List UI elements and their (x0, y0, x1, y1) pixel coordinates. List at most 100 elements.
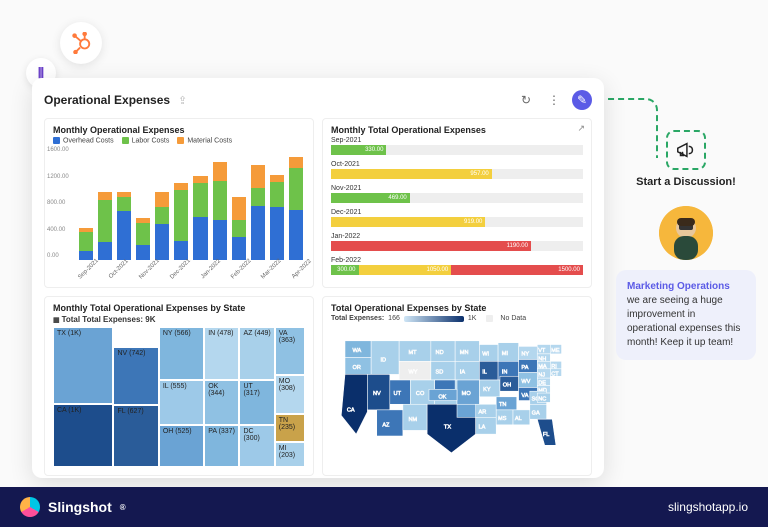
brand: Slingshot® (20, 497, 126, 517)
treemap-total: ▦ Total Total Expenses: 9K (53, 315, 305, 324)
svg-text:IL: IL (482, 369, 487, 375)
svg-text:NY: NY (521, 352, 529, 358)
bar (232, 197, 246, 260)
svg-text:VA: VA (521, 393, 528, 399)
discussion-cta[interactable]: Start a Discussion! (616, 176, 756, 188)
bar (136, 218, 150, 260)
panel-title: Total Operational Expenses by State (331, 303, 583, 313)
discussion-bubble: Marketing Operations we are seeing a hug… (616, 270, 756, 360)
refresh-icon[interactable]: ↻ (516, 90, 536, 110)
treemap-cell[interactable]: TX (1K) (53, 327, 113, 404)
treemap-cell[interactable]: NV (742) (113, 347, 158, 406)
svg-text:VT: VT (538, 348, 546, 354)
svg-text:AZ: AZ (382, 423, 390, 429)
legend: Overhead Costs Labor Costs Material Cost… (53, 137, 305, 144)
panel-monthly-total-expenses: ↗ Monthly Total Operational Expenses Sep… (322, 118, 592, 288)
treemap-cell[interactable]: MO (308) (275, 375, 305, 414)
hbar-row: Dec-2021919.00 (331, 209, 583, 227)
svg-text:ID: ID (380, 357, 386, 363)
us-choropleth: WA OR ID MT ND MN WI MI NY VT ME NH MA R… (331, 324, 583, 464)
svg-text:MI: MI (502, 351, 509, 357)
bar (213, 162, 227, 260)
svg-text:LA: LA (478, 425, 485, 431)
svg-text:TX: TX (444, 425, 451, 431)
bar (98, 192, 112, 261)
treemap-cell[interactable]: VA (363) (275, 327, 305, 375)
svg-text:AL: AL (515, 416, 522, 422)
bar (174, 183, 188, 260)
treemap-cell[interactable]: PA (337) (204, 425, 239, 467)
treemap-cell[interactable]: IL (555) (159, 380, 204, 425)
svg-text:AR: AR (478, 410, 486, 416)
bar-chart (77, 148, 305, 260)
x-axis: Sep-2021Oct-2021Nov-2021Dec-2021Jan-2022… (77, 262, 305, 268)
hbar-row: Sep-2021330.00 (331, 137, 583, 155)
svg-text:WI: WI (482, 352, 489, 358)
dashboard-title: Operational Expenses (44, 93, 170, 107)
svg-text:TN: TN (499, 402, 506, 408)
svg-text:WY: WY (408, 369, 417, 375)
svg-text:ND: ND (436, 350, 444, 356)
treemap-cell[interactable]: OK (344) (204, 380, 239, 425)
treemap-cell[interactable]: UT (317) (239, 380, 274, 425)
svg-text:OR: OR (352, 365, 360, 371)
svg-text:IA: IA (460, 369, 466, 375)
svg-text:UT: UT (394, 391, 402, 397)
svg-text:CA: CA (347, 408, 355, 414)
footer-url[interactable]: slingshotapp.io (668, 500, 748, 514)
treemap-cell[interactable]: TN (235) (275, 414, 305, 442)
bar (79, 228, 93, 260)
hbar-chart: Sep-2021330.00Oct-2021957.00Nov-2021469.… (331, 137, 583, 275)
gradient-scale (404, 316, 464, 322)
more-icon[interactable]: ⋮ (544, 90, 564, 110)
svg-text:IN: IN (502, 369, 508, 375)
svg-text:OH: OH (503, 383, 511, 389)
footer: Slingshot® slingshotapp.io (0, 487, 768, 527)
panel-title: Monthly Total Operational Expenses by St… (53, 303, 305, 313)
svg-text:SD: SD (436, 369, 444, 375)
bar (289, 157, 303, 261)
user-avatar (659, 206, 713, 260)
treemap-cell[interactable]: AZ (449) (239, 327, 274, 380)
panel-expenses-by-state-treemap: Monthly Total Operational Expenses by St… (44, 296, 314, 476)
panel-title: Monthly Operational Expenses (53, 125, 305, 135)
svg-text:GA: GA (532, 411, 540, 417)
treemap-cell[interactable]: CA (1K) (53, 404, 113, 467)
svg-text:NV: NV (373, 391, 381, 397)
treemap-cell[interactable]: DC (300) (239, 425, 274, 467)
bar (251, 165, 265, 260)
hbar-row: Oct-2021957.00 (331, 161, 583, 179)
popout-icon[interactable]: ↗ (577, 123, 585, 134)
treemap-cell[interactable]: NY (566) (159, 327, 204, 380)
hbar-row: Jan-20221190.00 (331, 233, 583, 251)
svg-text:MO: MO (462, 391, 472, 397)
bar (155, 192, 169, 261)
svg-text:NJ: NJ (538, 372, 545, 378)
edit-button[interactable]: ✎ (572, 90, 592, 110)
bar (117, 192, 131, 261)
svg-text:ME: ME (551, 348, 560, 354)
treemap-cell[interactable]: OH (525) (159, 425, 204, 467)
svg-text:FL: FL (543, 432, 550, 438)
svg-text:MN: MN (460, 350, 469, 356)
hbar-row: Feb-2022300.001050.001500.00 (331, 257, 583, 275)
treemap: TX (1K)CA (1K)NV (742)FL (627)NY (566)IL… (53, 327, 305, 467)
bar (193, 176, 207, 260)
treemap-cell[interactable]: FL (627) (113, 405, 158, 467)
svg-text:NM: NM (408, 417, 417, 423)
svg-text:KY: KY (483, 387, 491, 393)
dashboard-card: Operational Expenses ⇪ ↻ ⋮ ✎ Monthly Ope… (32, 78, 604, 478)
svg-text:MS: MS (498, 416, 507, 422)
y-axis: 1600.001200.00800.00400.000.00 (47, 147, 69, 259)
svg-text:OK: OK (438, 395, 446, 401)
svg-text:CT: CT (551, 371, 559, 377)
treemap-cell[interactable]: MI (203) (275, 442, 305, 467)
mention[interactable]: Marketing Operations (627, 281, 730, 292)
panel-title: Monthly Total Operational Expenses (331, 125, 583, 135)
brand-mark-icon (20, 497, 40, 517)
share-icon[interactable]: ⇪ (178, 94, 187, 107)
svg-text:MT: MT (408, 350, 417, 356)
treemap-cell[interactable]: IN (478) (204, 327, 239, 380)
panel-expenses-by-state-map: Total Operational Expenses by State Tota… (322, 296, 592, 476)
svg-text:WA: WA (352, 348, 361, 354)
